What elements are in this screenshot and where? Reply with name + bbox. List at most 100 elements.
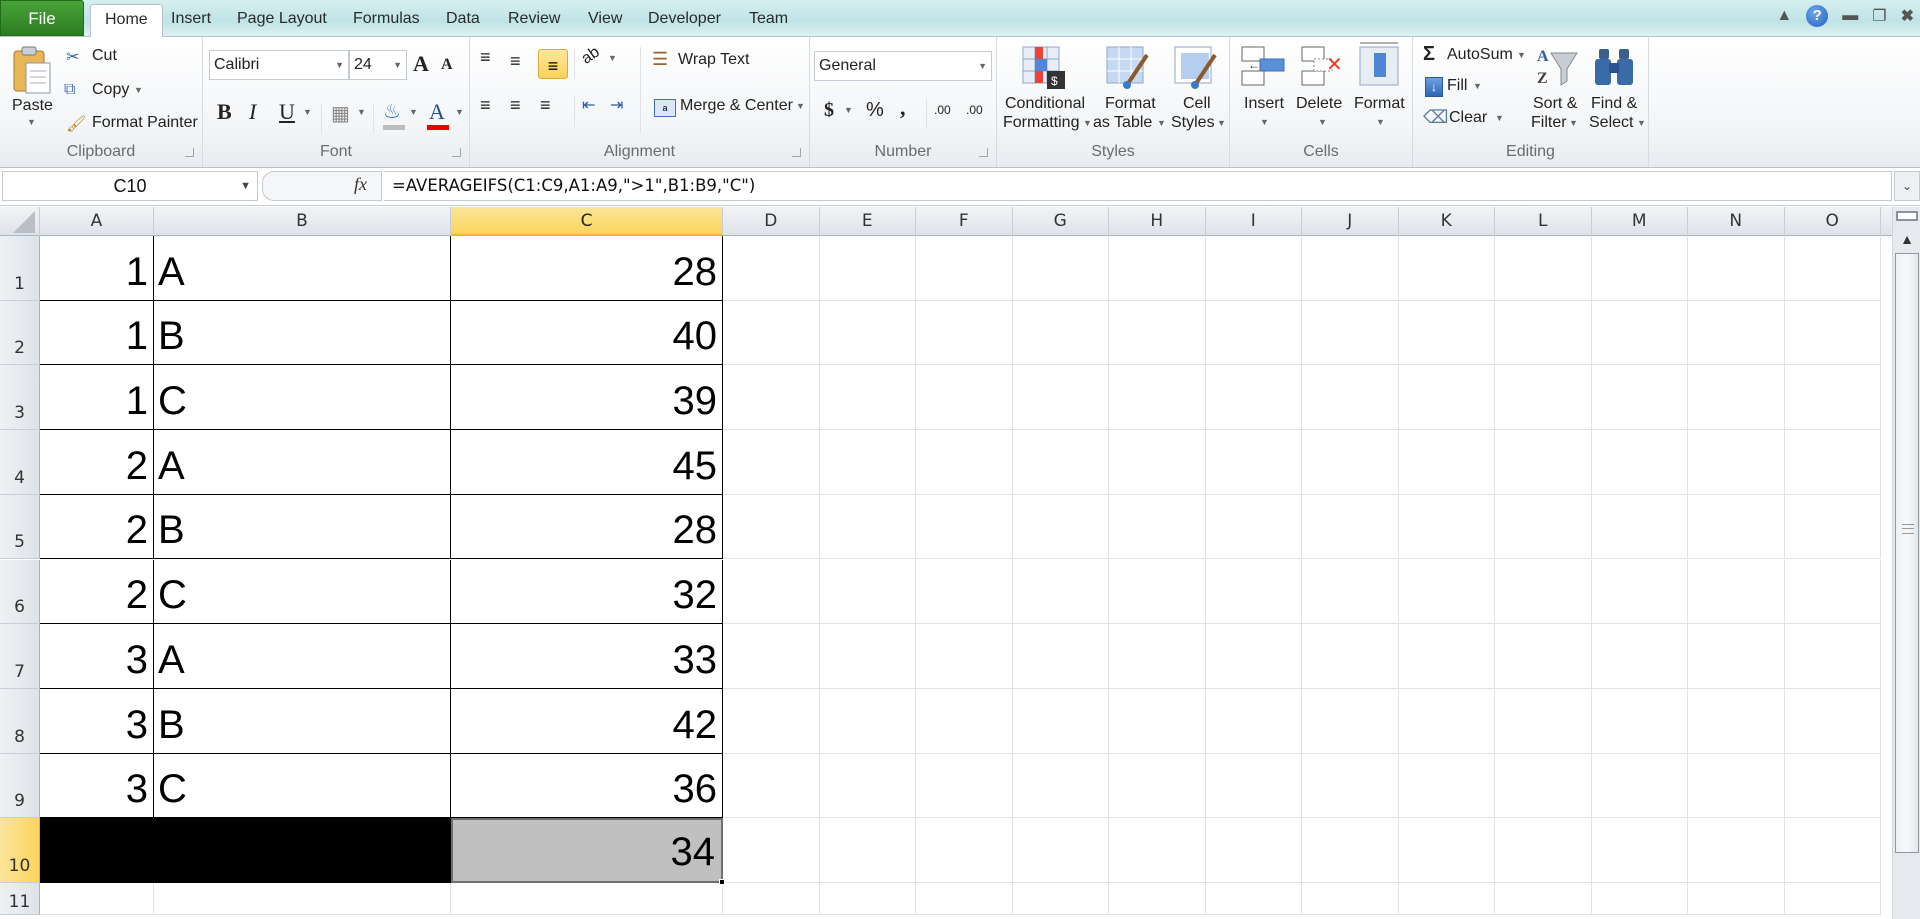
currency-dropdown-icon[interactable]: ▼ <box>844 105 853 115</box>
underline-dropdown-icon[interactable]: ▼ <box>303 107 312 117</box>
increase-decimal-button[interactable]: .00 <box>934 103 951 117</box>
cell-i1[interactable] <box>1205 236 1302 301</box>
cell-h2[interactable] <box>1109 300 1206 366</box>
cell-m9[interactable] <box>1591 753 1688 819</box>
font-launcher-icon[interactable] <box>452 148 461 157</box>
cell-o6[interactable] <box>1784 559 1881 625</box>
cell-k1[interactable] <box>1398 236 1495 301</box>
shrink-font-button[interactable]: A <box>441 56 453 74</box>
cell-e3[interactable] <box>819 365 916 431</box>
cell-m1[interactable] <box>1591 236 1688 301</box>
cell-i4[interactable] <box>1205 430 1302 495</box>
cell-f2[interactable] <box>916 300 1013 366</box>
cell-o2[interactable] <box>1784 300 1881 366</box>
cell-g3[interactable] <box>1012 365 1109 431</box>
cell-n11[interactable] <box>1688 883 1785 915</box>
row-header-2[interactable]: 2 <box>0 300 40 366</box>
row-header-11[interactable]: 11 <box>0 883 40 915</box>
cell-h7[interactable] <box>1109 624 1206 689</box>
cell-c3[interactable]: 39 <box>451 365 723 430</box>
cell-g10[interactable] <box>1012 818 1109 883</box>
row-header-1[interactable]: 1 <box>0 236 40 301</box>
cell-f4[interactable] <box>916 430 1013 495</box>
cell-j6[interactable] <box>1302 559 1399 625</box>
cell-i7[interactable] <box>1205 624 1302 689</box>
cell-n10[interactable] <box>1688 818 1785 883</box>
cell-b7[interactable]: A <box>154 624 451 689</box>
cell-o3[interactable] <box>1784 365 1881 431</box>
tab-team[interactable]: Team <box>735 4 802 37</box>
cell-j7[interactable] <box>1302 624 1399 689</box>
cell-m3[interactable] <box>1591 365 1688 431</box>
italic-button[interactable]: I <box>249 99 256 125</box>
cell-h11[interactable] <box>1109 883 1206 915</box>
align-center-button[interactable]: ≡ <box>510 95 521 116</box>
cell-n5[interactable] <box>1688 494 1785 560</box>
cell-m10[interactable] <box>1591 818 1688 883</box>
cell-j3[interactable] <box>1302 365 1399 431</box>
close-icon[interactable]: ✖ <box>1901 6 1914 26</box>
minimize-ribbon-icon[interactable]: ▲ <box>1776 7 1792 25</box>
cell-m4[interactable] <box>1591 430 1688 495</box>
cell-b4[interactable]: A <box>154 430 451 495</box>
cell-k6[interactable] <box>1398 559 1495 625</box>
restore-icon[interactable]: ❐ <box>1872 6 1886 26</box>
cell-k2[interactable] <box>1398 300 1495 366</box>
cell-d3[interactable] <box>723 365 820 431</box>
cell-l8[interactable] <box>1495 688 1592 754</box>
cell-g2[interactable] <box>1012 300 1109 366</box>
cell-a7[interactable]: 3 <box>40 624 154 689</box>
cell-d1[interactable] <box>723 236 820 301</box>
cell-m11[interactable] <box>1591 883 1688 915</box>
cell-d4[interactable] <box>723 430 820 495</box>
row-header-8[interactable]: 8 <box>0 688 40 754</box>
cell-h9[interactable] <box>1109 753 1206 819</box>
cell-n4[interactable] <box>1688 430 1785 495</box>
font-color-dropdown-icon[interactable]: ▼ <box>455 107 464 117</box>
scrollbar-thumb[interactable] <box>1895 253 1919 853</box>
cell-f5[interactable] <box>916 494 1013 560</box>
cell-l7[interactable] <box>1495 624 1592 689</box>
tab-formulas[interactable]: Formulas <box>339 4 434 37</box>
cell-g5[interactable] <box>1012 494 1109 560</box>
column-header-n[interactable]: N <box>1688 207 1785 236</box>
cell-k11[interactable] <box>1398 883 1495 915</box>
cell-h5[interactable] <box>1109 494 1206 560</box>
cell-b3[interactable]: C <box>154 365 451 430</box>
cell-e9[interactable] <box>819 753 916 819</box>
align-right-button[interactable]: ≡ <box>540 95 551 116</box>
cell-i8[interactable] <box>1205 688 1302 754</box>
cell-o10[interactable] <box>1784 818 1881 883</box>
cell-h1[interactable] <box>1109 236 1206 301</box>
cell-a10[interactable] <box>40 818 154 883</box>
column-header-k[interactable]: K <box>1399 207 1495 236</box>
column-header-b[interactable]: B <box>154 207 451 236</box>
cell-k10[interactable] <box>1398 818 1495 883</box>
cell-e6[interactable] <box>819 559 916 625</box>
cell-c1[interactable]: 28 <box>451 236 723 301</box>
cell-l3[interactable] <box>1495 365 1592 431</box>
cell-m7[interactable] <box>1591 624 1688 689</box>
paste-dropdown-icon[interactable]: ▼ <box>27 117 36 127</box>
tab-file[interactable]: File <box>0 0 84 36</box>
cell-h3[interactable] <box>1109 365 1206 431</box>
tab-view[interactable]: View <box>574 4 636 37</box>
tab-page-layout[interactable]: Page Layout <box>223 4 341 37</box>
cell-b11[interactable] <box>154 883 451 915</box>
merge-dropdown-icon[interactable]: ▼ <box>796 101 805 111</box>
cell-c2[interactable]: 40 <box>451 301 723 366</box>
cell-i5[interactable] <box>1205 494 1302 560</box>
cell-k9[interactable] <box>1398 753 1495 819</box>
cell-e11[interactable] <box>819 883 916 915</box>
row-header-4[interactable]: 4 <box>0 430 40 495</box>
cell-a11[interactable] <box>40 883 154 915</box>
cell-d11[interactable] <box>723 883 820 915</box>
row-header-7[interactable]: 7 <box>0 624 40 689</box>
column-header-c[interactable]: C <box>451 207 723 236</box>
chevron-down-icon[interactable]: ▼ <box>240 172 251 200</box>
tab-home[interactable]: Home <box>90 4 163 38</box>
cell-k5[interactable] <box>1398 494 1495 560</box>
cell-b8[interactable]: B <box>154 689 451 754</box>
cell-g1[interactable] <box>1012 236 1109 301</box>
column-header-d[interactable]: D <box>723 207 820 236</box>
